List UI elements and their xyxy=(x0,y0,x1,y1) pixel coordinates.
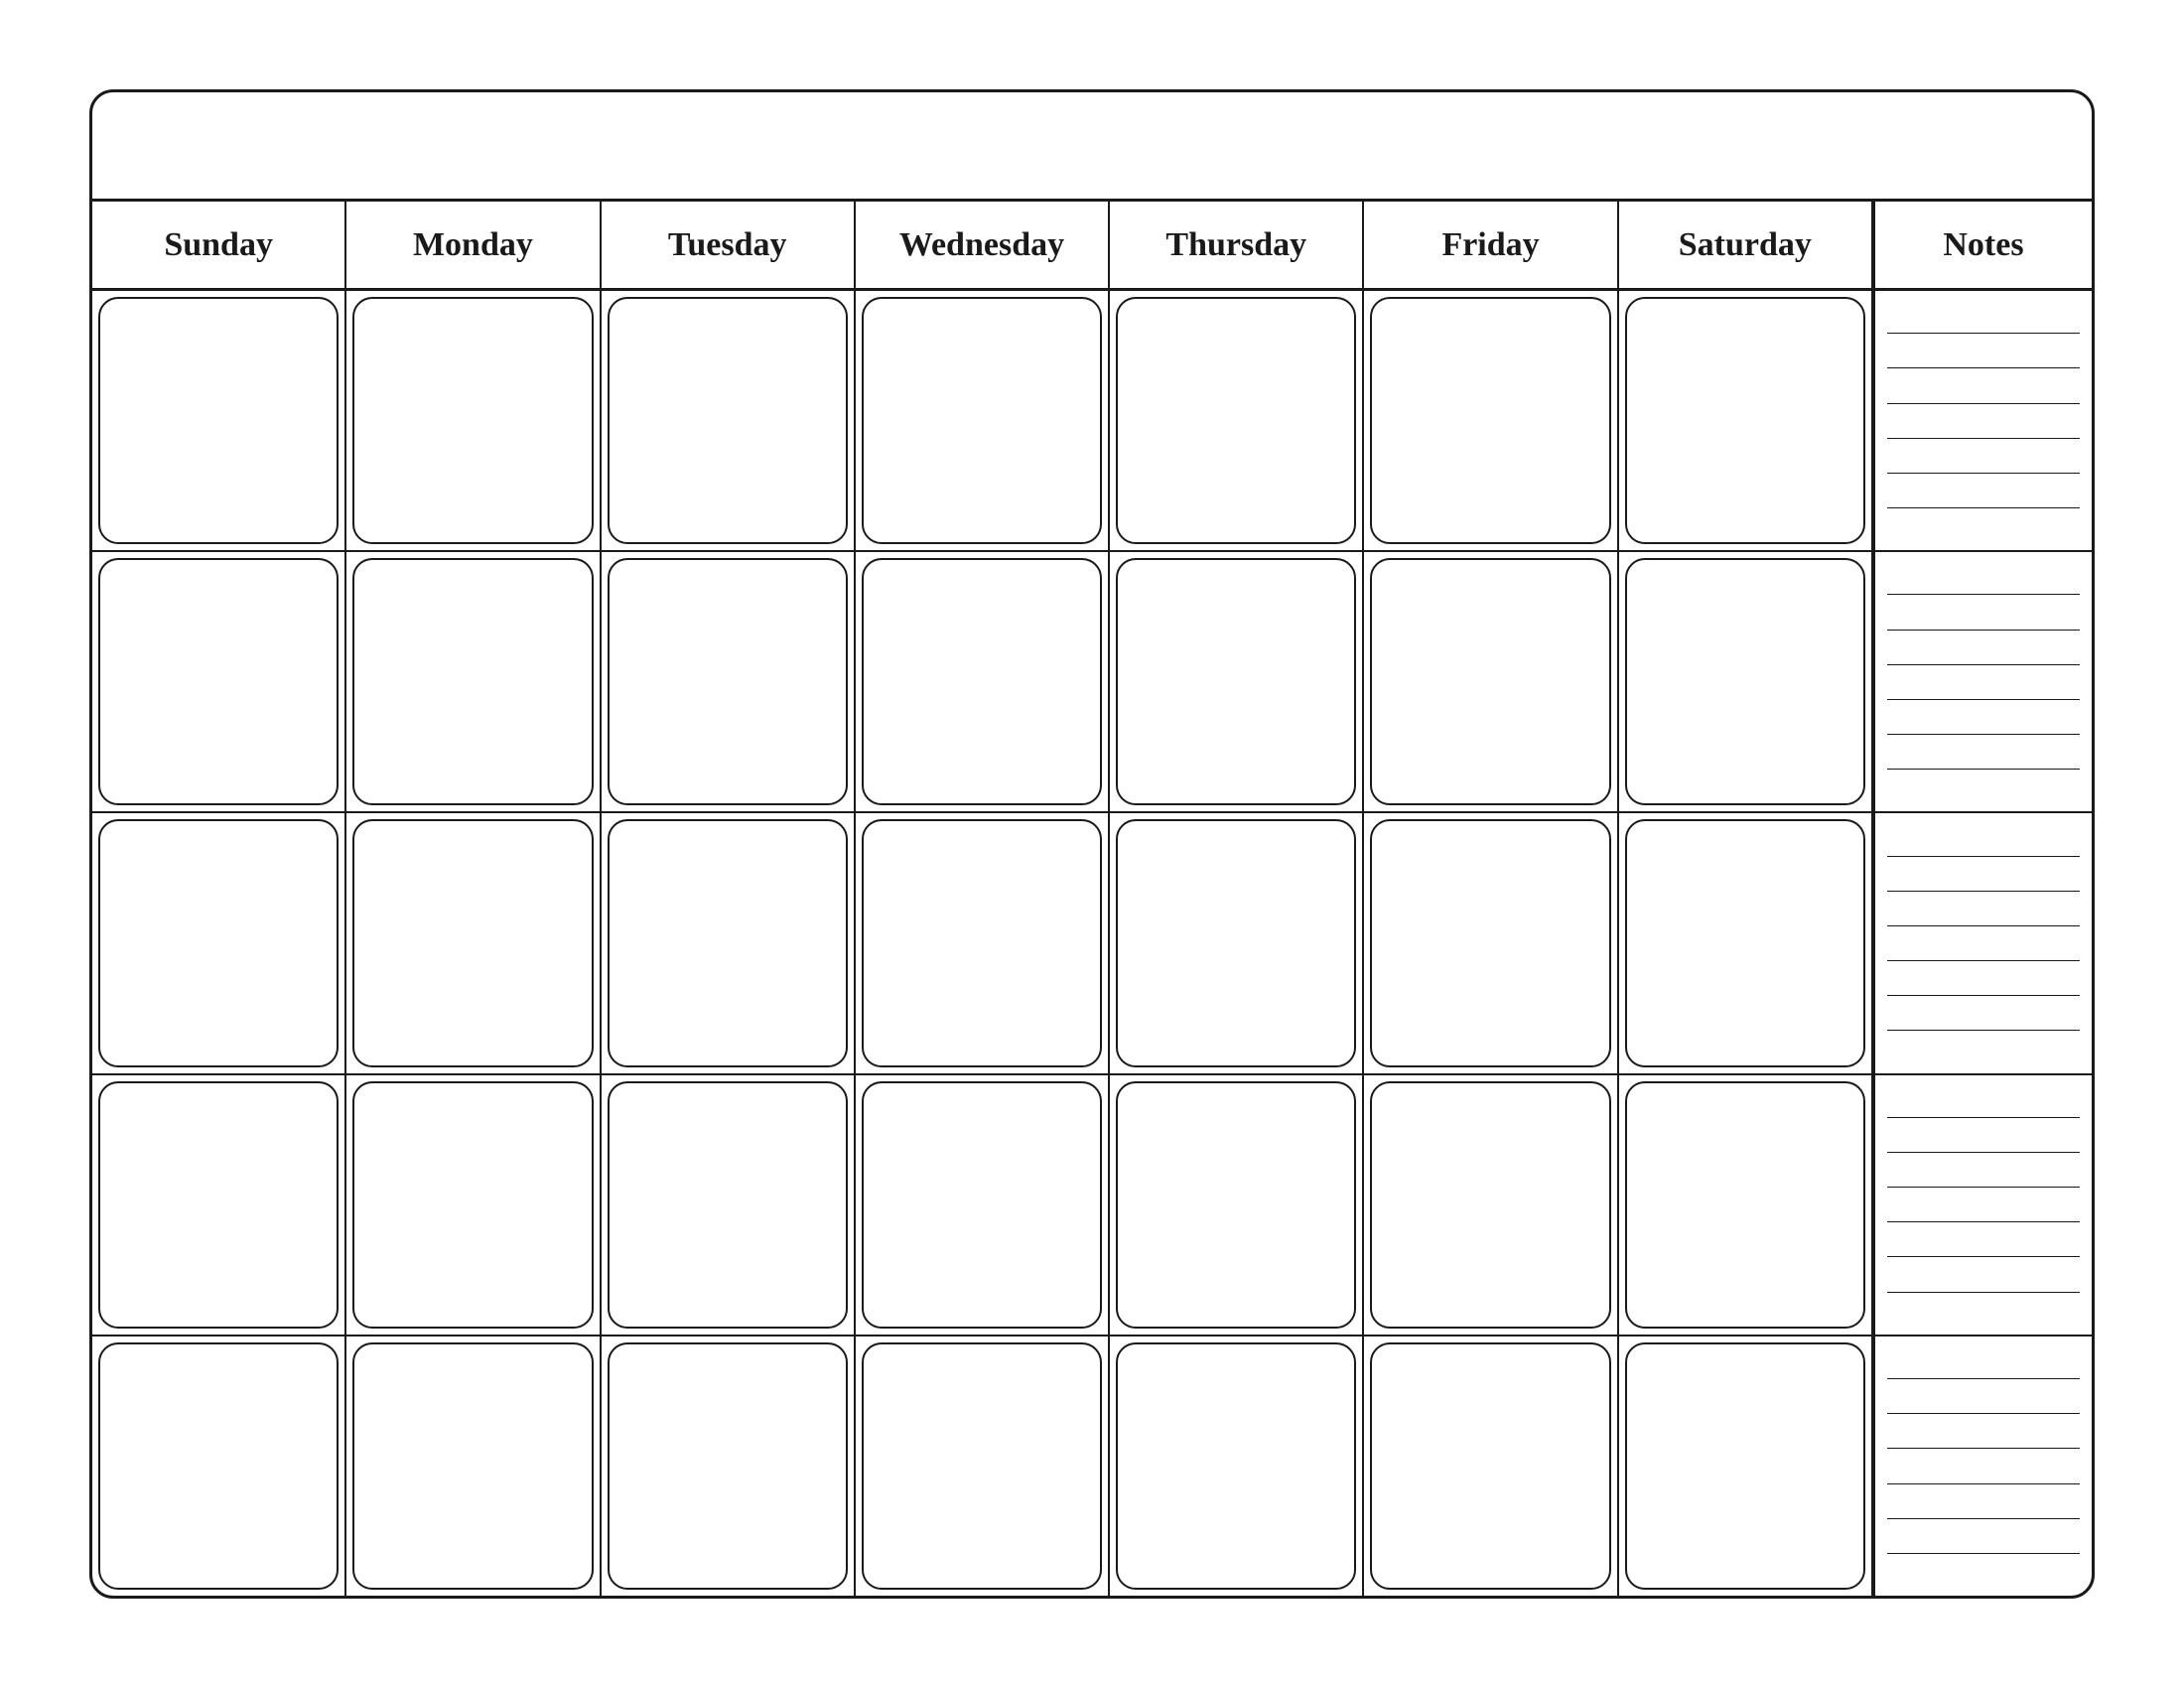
cell-row5-tue[interactable] xyxy=(602,1336,856,1596)
notes-line xyxy=(1887,1187,2080,1188)
cell-row3-tue[interactable] xyxy=(602,813,856,1072)
cell-row3-mon[interactable] xyxy=(346,813,601,1072)
cell-row1-sun[interactable] xyxy=(92,291,346,550)
notes-line xyxy=(1887,1378,2080,1379)
cell-row5-wed[interactable] xyxy=(856,1336,1110,1596)
header-notes: Notes xyxy=(1873,202,2092,288)
calendar-row-3 xyxy=(92,813,2092,1074)
notes-line xyxy=(1887,995,2080,996)
header-wednesday: Wednesday xyxy=(856,202,1110,288)
notes-line xyxy=(1887,1448,2080,1449)
cell-row3-fri[interactable] xyxy=(1364,813,1618,1072)
notes-line xyxy=(1887,734,2080,735)
cell-row4-fri[interactable] xyxy=(1364,1075,1618,1335)
notes-line xyxy=(1887,594,2080,595)
cell-row4-wed[interactable] xyxy=(856,1075,1110,1335)
notes-row5 xyxy=(1873,1336,2092,1596)
header-sunday: Sunday xyxy=(92,202,346,288)
notes-line xyxy=(1887,699,2080,700)
notes-line xyxy=(1887,925,2080,926)
cell-row1-tue[interactable] xyxy=(602,291,856,550)
notes-line xyxy=(1887,1413,2080,1414)
cell-row1-wed[interactable] xyxy=(856,291,1110,550)
header-monday: Monday xyxy=(346,202,601,288)
cell-row5-thu[interactable] xyxy=(1110,1336,1364,1596)
notes-line xyxy=(1887,630,2080,631)
cell-row5-sat[interactable] xyxy=(1619,1336,1873,1596)
calendar-container: Sunday Monday Tuesday Wednesday Thursday… xyxy=(89,89,2095,1599)
cell-row5-sun[interactable] xyxy=(92,1336,346,1596)
notes-line xyxy=(1887,1518,2080,1519)
notes-line xyxy=(1887,403,2080,404)
cell-row5-mon[interactable] xyxy=(346,1336,601,1596)
cell-row3-wed[interactable] xyxy=(856,813,1110,1072)
calendar-grid xyxy=(92,291,2092,1596)
notes-line xyxy=(1887,1117,2080,1118)
cell-row1-fri[interactable] xyxy=(1364,291,1618,550)
calendar-row-4 xyxy=(92,1075,2092,1336)
notes-line xyxy=(1887,769,2080,770)
header-thursday: Thursday xyxy=(1110,202,1364,288)
cell-row2-wed[interactable] xyxy=(856,552,1110,811)
notes-line xyxy=(1887,891,2080,892)
notes-row2 xyxy=(1873,552,2092,811)
notes-row3 xyxy=(1873,813,2092,1072)
cell-row1-mon[interactable] xyxy=(346,291,601,550)
cell-row4-sat[interactable] xyxy=(1619,1075,1873,1335)
cell-row3-thu[interactable] xyxy=(1110,813,1364,1072)
notes-line xyxy=(1887,367,2080,368)
notes-row4 xyxy=(1873,1075,2092,1335)
cell-row4-tue[interactable] xyxy=(602,1075,856,1335)
title-bar[interactable] xyxy=(92,92,2092,202)
notes-line xyxy=(1887,1256,2080,1257)
cell-row4-mon[interactable] xyxy=(346,1075,601,1335)
notes-line xyxy=(1887,333,2080,334)
calendar-page: Sunday Monday Tuesday Wednesday Thursday… xyxy=(50,50,2134,1638)
notes-line xyxy=(1887,856,2080,857)
cell-row1-thu[interactable] xyxy=(1110,291,1364,550)
cell-row3-sun[interactable] xyxy=(92,813,346,1072)
cell-row5-fri[interactable] xyxy=(1364,1336,1618,1596)
cell-row4-sun[interactable] xyxy=(92,1075,346,1335)
cell-row4-thu[interactable] xyxy=(1110,1075,1364,1335)
calendar-row-5 xyxy=(92,1336,2092,1596)
notes-line xyxy=(1887,1152,2080,1153)
notes-line xyxy=(1887,1483,2080,1484)
header-tuesday: Tuesday xyxy=(602,202,856,288)
notes-row1 xyxy=(1873,291,2092,550)
notes-line xyxy=(1887,438,2080,439)
calendar-row-2 xyxy=(92,552,2092,813)
notes-line xyxy=(1887,1030,2080,1031)
cell-row2-tue[interactable] xyxy=(602,552,856,811)
notes-line xyxy=(1887,960,2080,961)
cell-row2-mon[interactable] xyxy=(346,552,601,811)
notes-line xyxy=(1887,473,2080,474)
cell-row3-sat[interactable] xyxy=(1619,813,1873,1072)
notes-line xyxy=(1887,664,2080,665)
notes-line xyxy=(1887,1221,2080,1222)
notes-line xyxy=(1887,507,2080,508)
calendar-row-1 xyxy=(92,291,2092,552)
cell-row2-thu[interactable] xyxy=(1110,552,1364,811)
cell-row2-sun[interactable] xyxy=(92,552,346,811)
header-saturday: Saturday xyxy=(1619,202,1873,288)
cell-row2-sat[interactable] xyxy=(1619,552,1873,811)
notes-line xyxy=(1887,1292,2080,1293)
cell-row1-sat[interactable] xyxy=(1619,291,1873,550)
header-row: Sunday Monday Tuesday Wednesday Thursday… xyxy=(92,202,2092,291)
notes-line xyxy=(1887,1553,2080,1554)
header-friday: Friday xyxy=(1364,202,1618,288)
cell-row2-fri[interactable] xyxy=(1364,552,1618,811)
